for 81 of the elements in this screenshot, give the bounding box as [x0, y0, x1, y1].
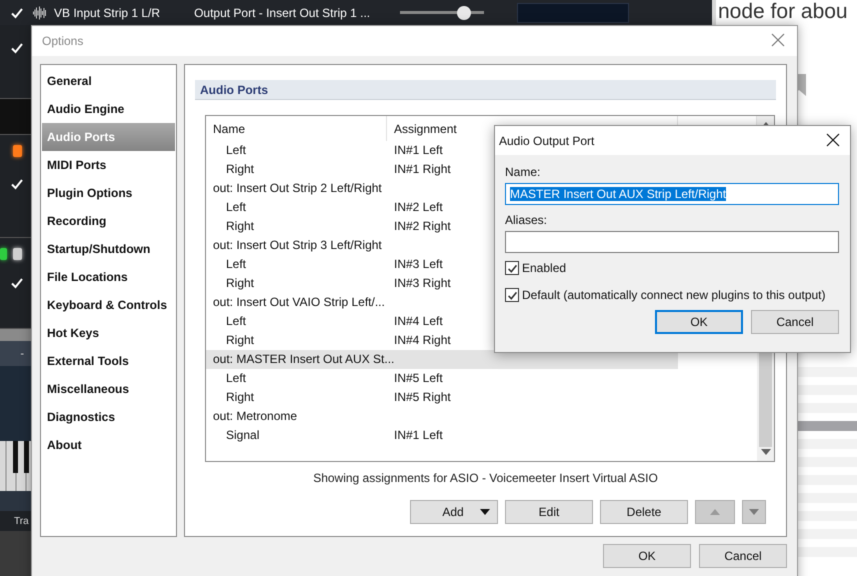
dialog-button[interactable]: Cancel: [699, 544, 787, 568]
assignment-cell: IN#2 Left: [394, 200, 443, 215]
check-icon: [10, 6, 24, 20]
checkbox[interactable]: [505, 288, 519, 302]
port-name: out: Metronome: [213, 409, 298, 424]
port-name: Left: [226, 143, 246, 158]
close-button[interactable]: [826, 132, 842, 148]
assignment-cell: IN#1 Left: [394, 143, 443, 158]
slider-thumb[interactable]: [456, 6, 471, 20]
window-title: Options: [42, 34, 84, 48]
port-name: out: MASTER Insert Out AUX St...: [213, 352, 394, 367]
check-icon: [506, 290, 518, 300]
up-arrow-icon: [710, 509, 720, 515]
port-name: Right: [226, 162, 254, 177]
category-item[interactable]: Hot Keys: [42, 319, 175, 347]
led-icon: [13, 145, 22, 157]
port-name: out: Insert Out Strip 2 Left/Right: [213, 181, 382, 196]
category-item[interactable]: Diagnostics: [42, 403, 175, 431]
name-field[interactable]: MASTER Insert Out AUX Strip Left/Right: [505, 183, 839, 205]
port-name: out: Insert Out VAIO Strip Left/...: [213, 295, 385, 310]
category-item[interactable]: File Locations: [42, 263, 175, 291]
waveform-icon: [33, 6, 47, 20]
port-name: Right: [226, 219, 254, 234]
check-icon: [506, 262, 518, 274]
port-name: Left: [226, 314, 246, 329]
category-item[interactable]: MIDI Ports: [42, 151, 175, 179]
category-item[interactable]: Audio Engine: [42, 95, 175, 123]
port-name: Right: [226, 333, 254, 348]
port-name: Left: [226, 200, 246, 215]
category-item[interactable]: Plugin Options: [42, 179, 175, 207]
add-button[interactable]: Add: [410, 500, 498, 524]
assignment-cell: IN#3 Right: [394, 276, 451, 291]
assignment-cell: IN#3 Left: [394, 257, 443, 272]
scroll-bar-background: [0, 329, 31, 341]
assignment-cell: IN#1 Left: [394, 428, 443, 443]
port-name: Left: [226, 257, 246, 272]
action-button[interactable]: Delete: [600, 500, 688, 524]
assignment-cell: IN#5 Right: [394, 390, 451, 405]
collapse-label: -: [20, 348, 25, 360]
editor-panel: [0, 491, 31, 511]
down-arrow-icon: [749, 509, 759, 515]
port-name: out: Insert Out Strip 3 Left/Right: [213, 238, 382, 253]
checkbox[interactable]: [505, 261, 519, 275]
assignment-cell: IN#2 Right: [394, 219, 451, 234]
category-item[interactable]: General: [42, 67, 175, 95]
track-name: VB Input Strip 1 L/R: [54, 6, 160, 20]
check-icon: [10, 276, 24, 290]
port-name: Right: [226, 276, 254, 291]
status-text: Showing assignments for ASIO - Voicemeeter Insert Virtual ASIO: [313, 471, 658, 485]
assignment-cell: IN#4 Left: [394, 314, 443, 329]
led-icon: [13, 248, 22, 260]
action-button[interactable]: Edit: [505, 500, 593, 524]
dialog-button[interactable]: OK: [655, 310, 743, 334]
dialog-button[interactable]: Cancel: [751, 310, 839, 334]
category-item[interactable]: About: [42, 431, 175, 459]
category-item[interactable]: Startup/Shutdown: [42, 235, 175, 263]
aliases-field[interactable]: [505, 231, 839, 253]
category-item[interactable]: External Tools: [42, 347, 175, 375]
dialog-button[interactable]: OK: [603, 544, 691, 568]
category-item[interactable]: Keyboard & Controls: [42, 291, 175, 319]
bottom-panel: [0, 531, 31, 576]
led-icon: [0, 248, 7, 260]
caret-icon: [480, 509, 490, 515]
panel-title: Audio Ports: [195, 80, 776, 100]
port-name: Signal: [226, 428, 260, 443]
port-name: Left: [226, 371, 246, 386]
port-name: Right: [226, 390, 254, 405]
field-label: Name:: [505, 165, 542, 179]
table-row[interactable]: out: MASTER Insert Out AUX St...: [206, 350, 678, 369]
checkbox-label: Enabled: [522, 261, 566, 275]
category-item[interactable]: Miscellaneous: [42, 375, 175, 403]
check-icon: [10, 40, 24, 54]
assignment-cell: IN#4 Right: [394, 333, 451, 348]
assignment-cell: IN#5 Left: [394, 371, 443, 386]
assignment-cell: IN#1 Right: [394, 162, 451, 177]
tab-label: Tra: [14, 516, 29, 526]
check-icon: [10, 177, 24, 191]
piano-keys-drawing: [0, 441, 31, 491]
category-item[interactable]: Recording: [42, 207, 175, 235]
web-heading: node for abou: [718, 0, 849, 24]
output-port-label: Output Port - Insert Out Strip 1 ...: [194, 6, 370, 20]
